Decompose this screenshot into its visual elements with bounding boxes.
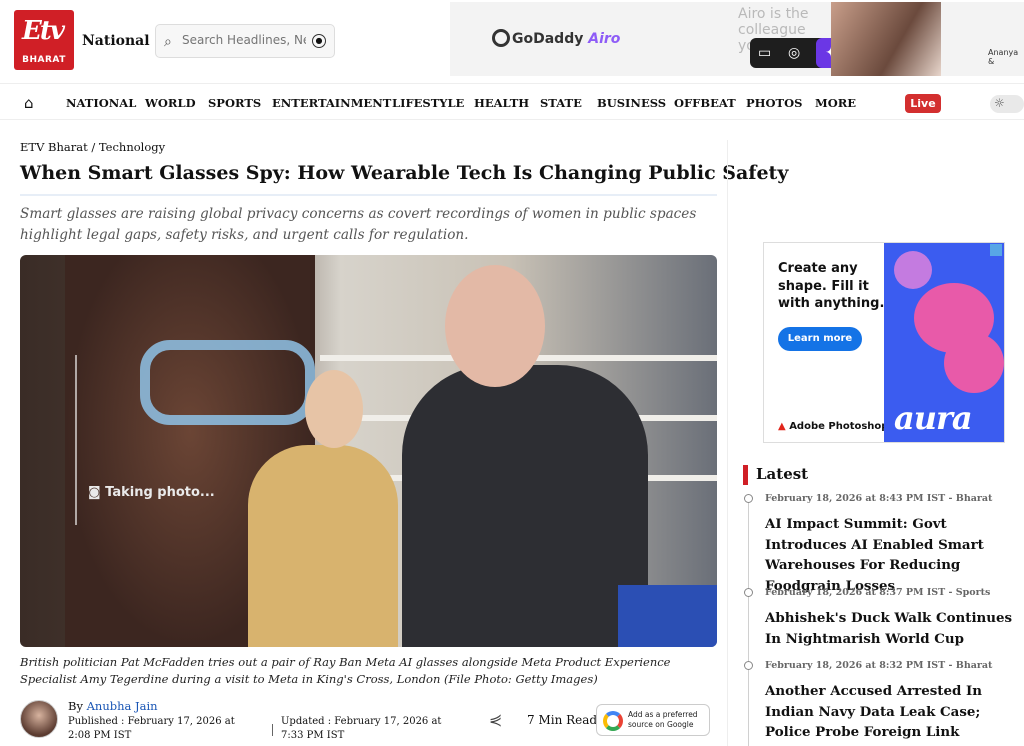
latest-timeline xyxy=(748,496,749,746)
read-time: 7 Min Read xyxy=(527,713,598,727)
google-pref-label: Add as a preferred source on Google xyxy=(628,710,698,729)
latest-news-item[interactable]: February 18, 2026 at 8:37 PM IST - Sport… xyxy=(744,586,1015,649)
logo-mark: Etv xyxy=(22,16,65,46)
display-light xyxy=(618,585,717,647)
nav-item-entertainment[interactable]: ENTERTAINMENT xyxy=(272,96,391,110)
edition-selector[interactable]: National xyxy=(82,33,150,49)
byline-separator xyxy=(272,724,273,736)
ad-caption: Ananya & xyxy=(988,48,1019,66)
article-headline: When Smart Glasses Spy: How Wearable Tec… xyxy=(20,162,789,184)
sidebar-ad-art: aura xyxy=(884,243,1004,442)
search-input[interactable] xyxy=(182,33,306,47)
latest-news-item[interactable]: February 18, 2026 at 8:43 PM IST - Bhara… xyxy=(744,492,1015,596)
article-hero-image: ◙ Taking photo... xyxy=(20,255,717,647)
camera-icon: ◙ xyxy=(88,485,106,500)
aura-wordmark: aura xyxy=(894,399,973,437)
man-head xyxy=(445,265,545,387)
news-meta: February 18, 2026 at 8:43 PM IST - Bhara… xyxy=(765,493,993,504)
nav-item-national[interactable]: NATIONAL xyxy=(66,96,136,110)
site-header: Etv BHARAT National ⌕ ● GoDaddy Airo Air… xyxy=(0,0,1024,84)
article-summary: Smart glasses are raising global privacy… xyxy=(20,206,697,243)
timeline-dot xyxy=(744,588,753,597)
article-byline: By Anubha Jain Published : February 17, … xyxy=(20,698,720,746)
theme-toggle[interactable]: ☼ xyxy=(990,95,1024,113)
news-meta: February 18, 2026 at 8:37 PM IST - Sport… xyxy=(765,587,991,598)
author-line: By Anubha Jain xyxy=(68,699,158,713)
nav-item-sports[interactable]: SPORTS xyxy=(208,96,261,110)
woman-figure xyxy=(248,445,398,647)
updated-date: Updated : February 17, 2026 at 7:33 PM I… xyxy=(281,716,442,741)
main-nav: ⌂ NATIONAL WORLD SPORTS ENTERTAINMENT LI… xyxy=(0,86,1024,120)
pink-blob xyxy=(944,333,1004,393)
news-meta: February 18, 2026 at 8:32 PM IST - Bhara… xyxy=(765,660,993,671)
nav-item-world[interactable]: WORLD xyxy=(145,96,196,110)
camera-overlay-text: ◙ Taking photo... xyxy=(88,485,215,500)
man-figure xyxy=(402,365,648,647)
search-box[interactable]: ⌕ ● xyxy=(155,24,335,58)
sidebar-ad-copy: Create any shape. Fill it with anything. xyxy=(778,261,885,311)
nav-item-business[interactable]: BUSINESS xyxy=(597,96,666,110)
heading-accent-bar xyxy=(743,465,748,485)
nav-item-state[interactable]: STATE xyxy=(540,96,582,110)
godaddy-logo: GoDaddy Airo xyxy=(492,29,620,47)
share-icon[interactable]: ⋞ xyxy=(489,710,502,729)
voice-search-icon[interactable]: ● xyxy=(312,34,326,48)
author-link[interactable]: Anubha Jain xyxy=(87,699,158,713)
news-title[interactable]: Another Accused Arrested In Indian Navy … xyxy=(765,681,1015,743)
column-divider xyxy=(727,140,728,746)
google-icon xyxy=(603,711,623,731)
window-icon: ▭ xyxy=(758,45,772,61)
adchoices-icon[interactable] xyxy=(990,244,1002,256)
headline-divider xyxy=(20,194,717,196)
search-icon: ⌕ xyxy=(164,34,172,50)
sun-icon: ☼ xyxy=(994,96,1005,110)
latest-news-item[interactable]: February 18, 2026 at 8:32 PM IST - Bhara… xyxy=(744,659,1015,743)
color-wheel-icon: ◎ xyxy=(788,45,801,61)
google-preferred-source-button[interactable]: Add as a preferred source on Google xyxy=(596,704,710,736)
image-caption: British politician Pat McFadden tries ou… xyxy=(20,655,671,686)
timeline-dot xyxy=(744,494,753,503)
home-icon[interactable]: ⌂ xyxy=(24,94,34,112)
learn-more-button[interactable]: Learn more xyxy=(778,327,862,351)
news-title[interactable]: Abhishek's Duck Walk Continues In Nightm… xyxy=(765,608,1015,649)
godaddy-g-icon xyxy=(492,29,510,47)
nav-item-health[interactable]: HEALTH xyxy=(474,96,529,110)
news-title[interactable]: AI Impact Summit: Govt Introduces AI Ena… xyxy=(765,514,1015,596)
nav-item-photos[interactable]: PHOTOS xyxy=(746,96,802,110)
pink-blob xyxy=(894,251,932,289)
nav-item-lifestyle[interactable]: LIFESTYLE xyxy=(392,96,464,110)
breadcrumb[interactable]: ETV Bharat / Technology xyxy=(20,140,165,154)
top-banner-ad[interactable]: GoDaddy Airo Airo is the colleague you w… xyxy=(450,2,1024,76)
etv-bharat-logo[interactable]: Etv BHARAT xyxy=(14,10,74,70)
smart-glasses-lens xyxy=(140,340,315,425)
adobe-icon: ▲ xyxy=(778,421,786,432)
woman-head xyxy=(305,370,363,448)
live-button[interactable]: Live xyxy=(905,94,941,113)
sidebar-ad[interactable]: Create any shape. Fill it with anything.… xyxy=(763,242,1005,443)
adobe-photoshop-brand: ▲ Adobe Photoshop xyxy=(778,421,889,432)
timeline-dot xyxy=(744,661,753,670)
hud-line xyxy=(75,355,77,525)
ad-photo xyxy=(831,2,941,76)
nav-item-more[interactable]: MORE xyxy=(815,96,856,110)
published-date: Published : February 17, 2026 at 2:08 PM… xyxy=(68,716,235,741)
nav-item-offbeat[interactable]: OFFBEAT xyxy=(674,96,736,110)
logo-wordmark: BHARAT xyxy=(22,55,66,65)
author-avatar[interactable] xyxy=(20,700,58,738)
